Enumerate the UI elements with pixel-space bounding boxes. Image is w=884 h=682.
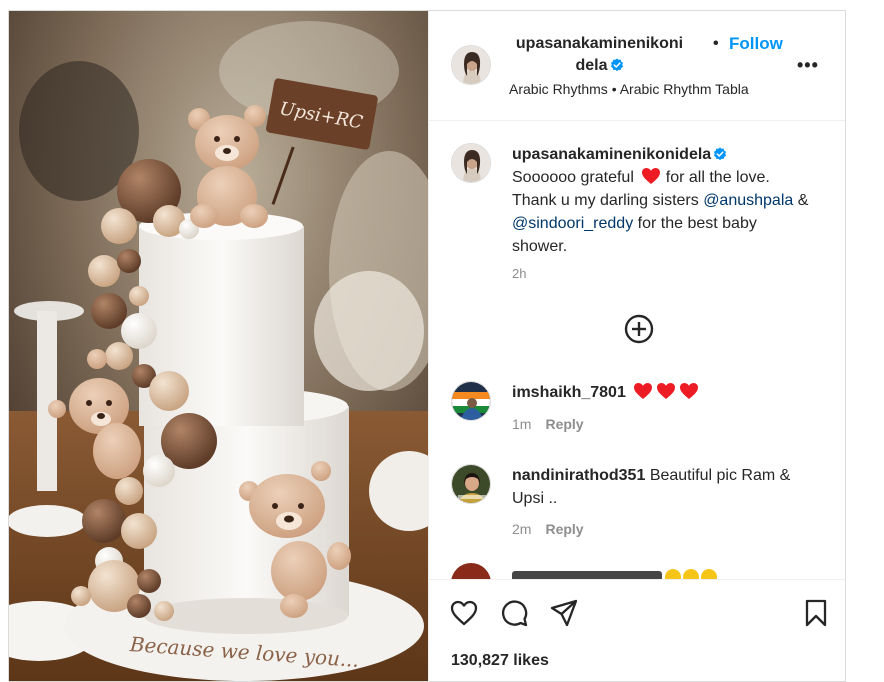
caption-username[interactable]: upasanakaminenikonidela xyxy=(512,146,711,163)
author-avatar[interactable] xyxy=(451,45,491,85)
reply-button[interactable]: Reply xyxy=(545,521,583,537)
comment-text: nandinirathod351 Beautiful pic Ram & Ups… xyxy=(512,464,822,510)
post-sidebar: upasanakaminenikonidela • Follow ••• Ara… xyxy=(428,11,845,681)
mention-link[interactable]: @anushpala xyxy=(703,192,793,209)
mention-link[interactable]: @sindoori_reddy xyxy=(512,215,633,232)
comment-time[interactable]: 1m xyxy=(512,416,531,432)
cake-photo: Upsi+RC Because we love you... xyxy=(9,11,428,681)
likes-count[interactable]: 130,827 likes xyxy=(451,652,549,670)
author-username-text[interactable]: upasanakaminenikonidela xyxy=(516,35,683,74)
heart-icon[interactable] xyxy=(449,598,479,628)
red-heart-emoji-icon xyxy=(634,383,653,399)
red-heart-emoji-icon xyxy=(642,168,661,184)
commenter-avatar[interactable] xyxy=(451,464,491,504)
caption-avatar[interactable] xyxy=(451,143,491,183)
comment-item-partial xyxy=(429,563,845,579)
post-image[interactable]: Upsi+RC Because we love you... xyxy=(9,11,428,681)
caption-part1: Soooooo grateful xyxy=(512,169,634,186)
plus-circle-icon[interactable] xyxy=(623,313,655,345)
audio-attribution[interactable]: Arabic Rhythms • Arabic Rhythm Tabla xyxy=(509,81,749,97)
caption-timestamp[interactable]: 2h xyxy=(512,266,526,281)
comment-meta: 2m Reply xyxy=(512,521,584,537)
comment-icon[interactable] xyxy=(499,598,529,628)
verified-icon xyxy=(714,147,727,161)
post-header: upasanakaminenikonidela • Follow ••• Ara… xyxy=(429,11,845,121)
post-actions: 130,827 likes xyxy=(429,579,845,681)
comment-text: imshaikh_7801 xyxy=(512,381,822,404)
author-username[interactable]: upasanakaminenikonidela xyxy=(512,33,687,77)
verified-icon xyxy=(610,58,623,72)
comment-username[interactable]: imshaikh_7801 xyxy=(512,384,626,401)
follow-button[interactable]: Follow xyxy=(729,33,783,55)
comment-username[interactable]: nandinirathod351 xyxy=(512,467,645,484)
red-heart-emoji-icon xyxy=(680,383,699,399)
reply-button[interactable]: Reply xyxy=(545,416,583,432)
red-heart-emoji-icon xyxy=(657,383,676,399)
more-icon[interactable]: ••• xyxy=(797,55,819,76)
caption-text: upasanakaminenikonidela Soooooo grateful… xyxy=(512,143,812,258)
bookmark-icon[interactable] xyxy=(801,598,831,628)
comment-meta: 1m Reply xyxy=(512,416,584,432)
post-dialog: Upsi+RC Because we love you... upasanaka… xyxy=(8,10,846,682)
header-dot: • xyxy=(713,35,719,52)
caption-amp: & xyxy=(797,192,809,209)
commenter-avatar[interactable] xyxy=(451,381,491,421)
share-icon[interactable] xyxy=(549,598,579,628)
comment-time[interactable]: 2m xyxy=(512,521,531,537)
